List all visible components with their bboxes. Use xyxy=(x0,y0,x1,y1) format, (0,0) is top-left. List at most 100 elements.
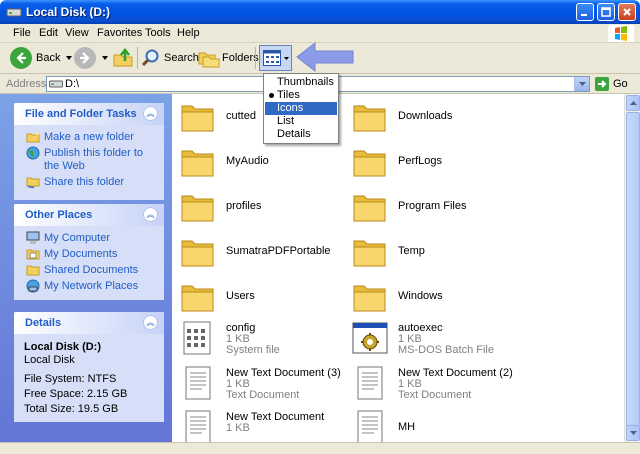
item-name: Users xyxy=(226,290,255,302)
scroll-up-button[interactable] xyxy=(626,95,640,111)
folder-item[interactable]: Program Files xyxy=(352,190,466,224)
share-folder-link[interactable]: Share this folder xyxy=(26,176,156,189)
item-type: Text Document xyxy=(398,389,472,401)
minimize-button[interactable] xyxy=(576,3,594,21)
forward-button[interactable] xyxy=(74,47,108,69)
link-label: Share this folder xyxy=(44,176,125,188)
forward-dropdown-icon[interactable] xyxy=(102,56,108,60)
menu-file[interactable]: File xyxy=(13,27,31,39)
chevron-down-icon xyxy=(579,82,586,86)
folder-icon xyxy=(353,240,386,267)
window-title: Local Disk (D:) xyxy=(26,5,111,19)
menu-edit[interactable]: Edit xyxy=(39,27,58,39)
collapse-chevron-icon[interactable]: ︽ xyxy=(143,315,158,330)
toolbar-separator xyxy=(255,47,256,69)
file-item[interactable]: New Text Document (2) 1 KB Text Document xyxy=(352,366,513,401)
menu-favorites[interactable]: Favorites xyxy=(97,27,142,39)
link-label: My Computer xyxy=(44,232,111,244)
folder-item[interactable]: Temp xyxy=(352,235,425,269)
maximize-button[interactable] xyxy=(597,3,615,21)
folders-icon xyxy=(198,52,220,68)
my-documents-link[interactable]: My Documents xyxy=(26,248,156,261)
views-menu-icons[interactable]: Icons xyxy=(265,102,337,115)
menu-tools[interactable]: Tools xyxy=(145,27,171,39)
item-name: MH xyxy=(398,421,416,433)
go-button[interactable]: Go xyxy=(595,76,628,92)
folder-item[interactable]: MyAudio xyxy=(180,145,269,179)
file-item[interactable]: config 1 KB System file xyxy=(180,321,280,356)
folder-icon xyxy=(353,195,386,222)
folder-icon xyxy=(181,195,214,222)
menu-view[interactable]: View xyxy=(65,27,89,39)
views-menu-list[interactable]: List xyxy=(265,115,337,128)
scroll-thumb[interactable] xyxy=(626,112,640,426)
publish-folder-link[interactable]: Publish this folder to the Web xyxy=(26,146,156,173)
go-arrow-icon xyxy=(595,77,609,91)
folder-icon xyxy=(353,150,386,177)
folders-button[interactable]: Folders xyxy=(198,47,259,69)
item-type: System file xyxy=(226,344,280,356)
item-name: profiles xyxy=(226,200,262,212)
scroll-down-button[interactable] xyxy=(626,425,640,441)
scroll-up-icon xyxy=(629,101,637,105)
menu-help[interactable]: Help xyxy=(177,27,200,39)
collapse-chevron-icon[interactable]: ︽ xyxy=(143,106,158,121)
shared-documents-link[interactable]: Shared Documents xyxy=(26,264,156,277)
file-folder-tasks-header[interactable]: File and Folder Tasks ︽ xyxy=(14,103,164,125)
folder-item[interactable]: profiles xyxy=(180,190,261,224)
task-pane: File and Folder Tasks ︽ Make a new folde… xyxy=(0,94,172,442)
batch-file-icon xyxy=(352,322,388,354)
folder-item[interactable]: Downloads xyxy=(352,100,452,134)
item-name: cutted xyxy=(226,110,256,122)
shared-documents-icon xyxy=(26,265,40,276)
item-type: Text Document xyxy=(226,389,300,401)
views-menu-label: Tiles xyxy=(277,89,300,101)
address-value: D:\ xyxy=(65,78,80,90)
details-panel: Details ︽ Local Disk (D:) Local Disk Fil… xyxy=(14,312,164,422)
views-button[interactable] xyxy=(259,45,292,71)
details-header[interactable]: Details ︽ xyxy=(14,312,164,334)
share-folder-icon xyxy=(26,177,40,189)
address-label: Address xyxy=(6,78,47,90)
text-document-icon xyxy=(185,366,211,400)
back-dropdown-icon[interactable] xyxy=(66,56,73,60)
panel-title: Other Places xyxy=(25,209,93,221)
collapse-chevron-icon[interactable]: ︽ xyxy=(143,207,158,222)
back-button[interactable]: Back xyxy=(10,47,73,69)
file-item[interactable]: MH xyxy=(352,410,415,444)
folder-icon xyxy=(181,285,214,312)
views-dropdown-icon xyxy=(283,56,289,60)
item-name: Downloads xyxy=(398,110,453,122)
up-folder-button[interactable] xyxy=(112,47,134,69)
close-button[interactable] xyxy=(618,3,636,21)
folder-item[interactable]: PerfLogs xyxy=(352,145,442,179)
globe-icon xyxy=(26,146,40,160)
drive-icon xyxy=(49,80,63,88)
item-type: MS-DOS Batch File xyxy=(398,344,494,356)
folder-item[interactable]: SumatraPDFPortable xyxy=(180,235,331,269)
folder-item[interactable]: cutted xyxy=(180,100,256,134)
folder-item[interactable]: Users xyxy=(180,280,255,314)
views-menu-thumbnails[interactable]: Thumbnails xyxy=(265,76,337,89)
vertical-scrollbar[interactable] xyxy=(624,94,640,442)
file-item[interactable]: New Text Document 1 KB xyxy=(180,410,324,444)
forward-arrow-icon xyxy=(74,47,96,69)
my-network-places-link[interactable]: My Network Places xyxy=(26,279,156,293)
file-list-view: cutted Downloads MyAudio PerfLogs profil… xyxy=(172,94,624,444)
toolbar-separator xyxy=(137,47,138,69)
views-menu-tiles[interactable]: Tiles xyxy=(265,89,337,102)
radio-bullet-icon xyxy=(269,93,274,98)
drive-icon xyxy=(6,8,22,17)
folder-item[interactable]: Windows xyxy=(352,280,443,314)
file-item[interactable]: autoexec 1 KB MS-DOS Batch File xyxy=(352,321,494,356)
file-item[interactable]: New Text Document (3) 1 KB Text Document xyxy=(180,366,341,401)
views-menu-details[interactable]: Details xyxy=(265,128,337,141)
text-document-icon xyxy=(357,410,383,444)
make-new-folder-link[interactable]: Make a new folder xyxy=(26,131,156,144)
item-name: Temp xyxy=(398,245,425,257)
address-dropdown-button[interactable] xyxy=(574,77,589,91)
search-button[interactable]: Search xyxy=(141,47,199,69)
link-label: Make a new folder xyxy=(44,131,134,143)
other-places-header[interactable]: Other Places ︽ xyxy=(14,204,164,226)
my-computer-link[interactable]: My Computer xyxy=(26,231,156,245)
